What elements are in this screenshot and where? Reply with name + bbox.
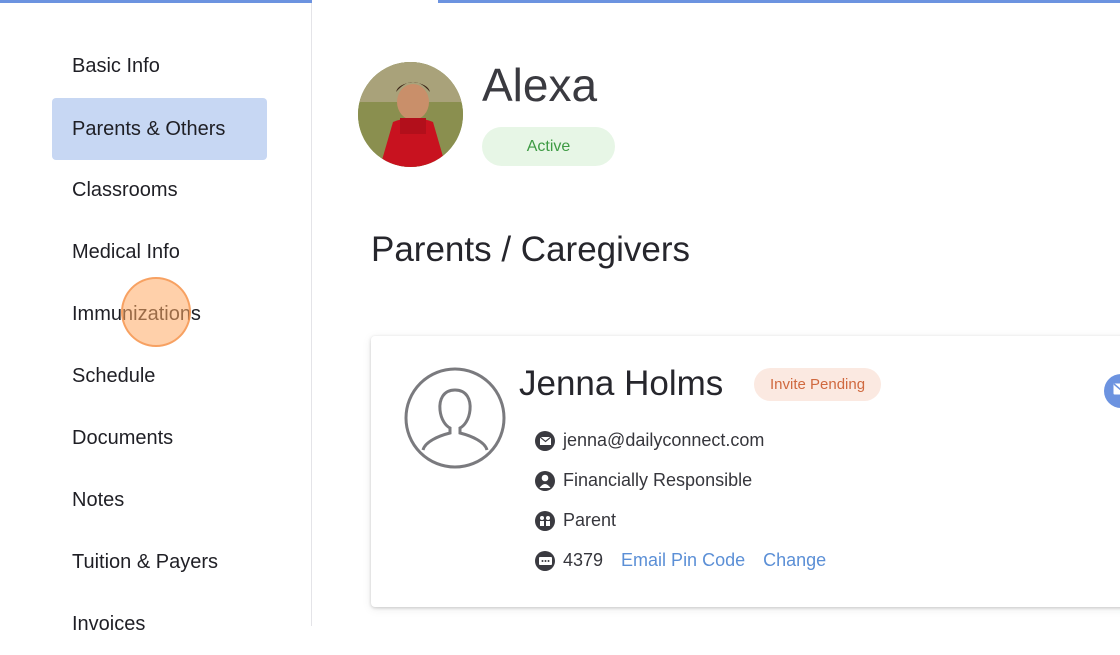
relation-label: Parent xyxy=(563,510,616,531)
sidebar-item-label: Basic Info xyxy=(72,55,160,78)
child-name: Alexa xyxy=(482,58,597,112)
sidebar-item-label: Immunizations xyxy=(72,303,201,326)
person-outline-icon xyxy=(403,366,507,470)
invite-status-badge: Invite Pending xyxy=(754,368,881,401)
email-pin-code-link[interactable]: Email Pin Code xyxy=(621,550,745,571)
sidebar-item-basic-info[interactable]: Basic Info xyxy=(52,35,267,97)
email-row: jenna@dailyconnect.com xyxy=(535,430,764,451)
sidebar-item-parents-others[interactable]: Parents & Others xyxy=(52,98,267,160)
sidebar-item-label: Invoices xyxy=(72,613,145,636)
top-accent-bar-gap xyxy=(312,0,438,3)
sidebar-item-label: Parents & Others xyxy=(72,118,225,141)
send-message-button[interactable] xyxy=(1104,374,1120,408)
sidebar-item-tuition-payers[interactable]: Tuition & Payers xyxy=(52,531,267,593)
sidebar-item-schedule[interactable]: Schedule xyxy=(52,345,267,407)
section-title: Parents / Caregivers xyxy=(371,230,690,270)
sidebar-item-label: Classrooms xyxy=(72,179,178,202)
sidebar-item-immunizations[interactable]: Immunizations xyxy=(52,283,267,345)
sidebar-item-medical-info[interactable]: Medical Info xyxy=(52,221,267,283)
contact-email: jenna@dailyconnect.com xyxy=(563,430,764,451)
relation-row: Parent xyxy=(535,510,616,531)
child-avatar xyxy=(358,62,463,167)
financial-row: Financially Responsible xyxy=(535,470,752,491)
sidebar-item-label: Documents xyxy=(72,427,173,450)
change-pin-link[interactable]: Change xyxy=(763,550,826,571)
pin-row: 4379 Email Pin Code Change xyxy=(535,550,826,571)
dollar-person-icon xyxy=(535,471,555,491)
sidebar-item-label: Schedule xyxy=(72,365,155,388)
financial-responsibility: Financially Responsible xyxy=(563,470,752,491)
status-badge: Active xyxy=(482,127,615,166)
contact-card: Jenna Holms Invite Pending jenna@dailyco… xyxy=(371,336,1120,607)
family-icon xyxy=(535,511,555,531)
sidebar-item-classrooms[interactable]: Classrooms xyxy=(52,159,267,221)
contact-name: Jenna Holms xyxy=(519,364,723,404)
sidebar-item-notes[interactable]: Notes xyxy=(52,469,267,531)
envelope-icon xyxy=(1113,382,1120,400)
pin-code: 4379 xyxy=(563,550,603,571)
sidebar-item-documents[interactable]: Documents xyxy=(52,407,267,469)
keypad-icon xyxy=(535,551,555,571)
sidebar-item-label: Notes xyxy=(72,489,124,512)
sidebar-item-label: Tuition & Payers xyxy=(72,551,218,574)
sidebar-item-invoices[interactable]: Invoices xyxy=(52,593,267,655)
sidebar-item-label: Medical Info xyxy=(72,241,180,264)
sidebar: Basic Info Parents & Others Classrooms M… xyxy=(0,3,312,626)
envelope-icon xyxy=(535,431,555,451)
